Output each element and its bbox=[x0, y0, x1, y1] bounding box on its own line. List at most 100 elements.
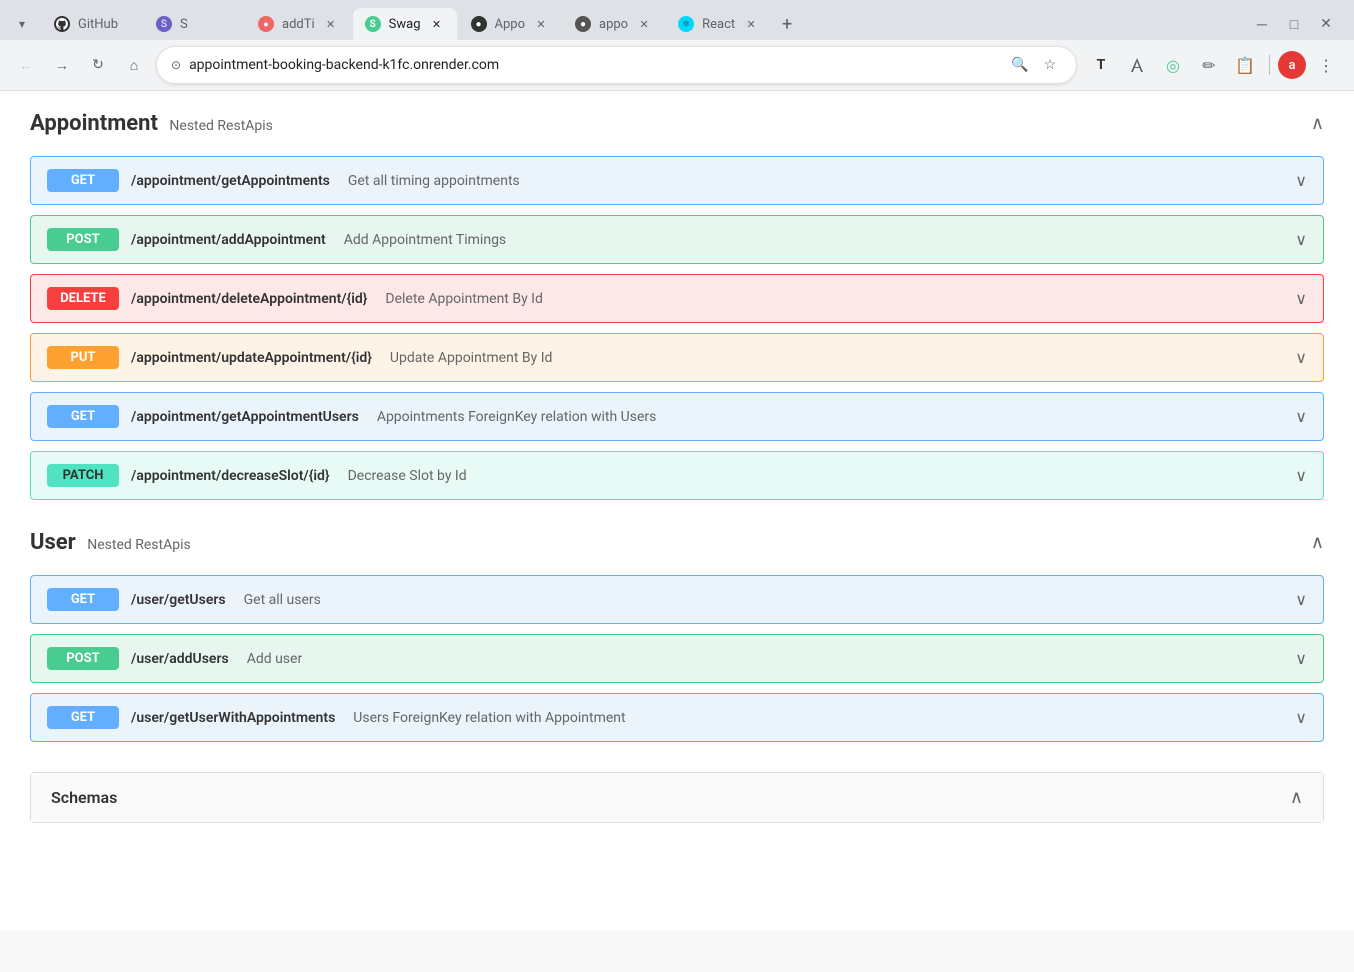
github-icon bbox=[54, 16, 70, 32]
yandex-icon[interactable] bbox=[1121, 49, 1153, 81]
tab-appo2-close[interactable]: ✕ bbox=[636, 16, 652, 32]
toolbar-icons: T ◎ ✏ 📋 a ⋮ bbox=[1085, 49, 1342, 81]
endpoint-chevron-icon[interactable]: ∨ bbox=[1295, 708, 1307, 727]
tab-appo2-label: appo bbox=[599, 17, 628, 32]
endpoint-chevron-icon[interactable]: ∨ bbox=[1295, 466, 1307, 485]
toolbar-divider bbox=[1269, 55, 1270, 75]
endpoint-row[interactable]: DELETE /appointment/deleteAppointment/{i… bbox=[30, 274, 1324, 323]
endpoint-path: /user/getUserWithAppointments bbox=[131, 710, 335, 726]
tab-bar: ▾ GitHub S S ● addTi ✕ S Swag ✕ ● Ap bbox=[0, 0, 1354, 40]
schemas-header[interactable]: Schemas ∧ bbox=[31, 773, 1323, 822]
user-subtitle: Nested RestApis bbox=[87, 537, 191, 553]
address-icons: 🔍 ☆ bbox=[1008, 53, 1062, 77]
main-content: Appointment Nested RestApis ∧ GET /appoi… bbox=[0, 91, 1354, 931]
translate-icon[interactable]: T bbox=[1085, 49, 1117, 81]
endpoint-left: PATCH /appointment/decreaseSlot/{id} Dec… bbox=[47, 464, 1295, 487]
chrome-menu-icon[interactable]: ⋮ bbox=[1310, 49, 1342, 81]
endpoint-desc: Add Appointment Timings bbox=[344, 232, 506, 248]
endpoint-row[interactable]: PATCH /appointment/decreaseSlot/{id} Dec… bbox=[30, 451, 1324, 500]
endpoint-path: /user/getUsers bbox=[131, 592, 226, 608]
tab-github-label: GitHub bbox=[78, 17, 130, 32]
tab-swagger[interactable]: S Swag ✕ bbox=[353, 8, 457, 40]
tab-addti[interactable]: ● addTi ✕ bbox=[246, 8, 351, 40]
endpoint-row[interactable]: GET /user/getUserWithAppointments Users … bbox=[30, 693, 1324, 742]
schemas-title: Schemas bbox=[51, 788, 117, 807]
addti-icon: ● bbox=[258, 16, 274, 32]
endpoint-chevron-icon[interactable]: ∨ bbox=[1295, 649, 1307, 668]
react-icon: ⚛ bbox=[678, 16, 694, 32]
address-bar[interactable]: ⊙ appointment-booking-backend-k1fc.onren… bbox=[156, 46, 1077, 84]
endpoint-desc: Update Appointment By Id bbox=[390, 350, 553, 366]
appointment-section-toggle[interactable]: ∧ bbox=[1311, 113, 1324, 134]
schemas-section: Schemas ∧ bbox=[30, 772, 1324, 823]
tab-appo2[interactable]: ● appo ✕ bbox=[563, 8, 664, 40]
method-badge-get: GET bbox=[47, 588, 119, 611]
endpoint-chevron-icon[interactable]: ∨ bbox=[1295, 230, 1307, 249]
endpoint-left: DELETE /appointment/deleteAppointment/{i… bbox=[47, 287, 1295, 310]
address-bar-row: ← → ↻ ⌂ ⊙ appointment-booking-backend-k1… bbox=[0, 40, 1354, 90]
bookmark-icon[interactable]: ☆ bbox=[1038, 53, 1062, 77]
endpoint-chevron-icon[interactable]: ∨ bbox=[1295, 590, 1307, 609]
profile-avatar[interactable]: a bbox=[1278, 51, 1306, 79]
endpoint-desc: Decrease Slot by Id bbox=[348, 468, 467, 484]
clipboard-icon[interactable]: 📋 bbox=[1229, 49, 1261, 81]
endpoint-left: GET /user/getUserWithAppointments Users … bbox=[47, 706, 1295, 729]
reload-button[interactable]: ↻ bbox=[84, 51, 112, 79]
endpoint-row[interactable]: GET /user/getUsers Get all users ∨ bbox=[30, 575, 1324, 624]
security-icon: ⊙ bbox=[171, 58, 181, 72]
close-button[interactable]: ✕ bbox=[1314, 12, 1338, 36]
endpoint-row[interactable]: POST /appointment/addAppointment Add App… bbox=[30, 215, 1324, 264]
endpoint-desc: Add user bbox=[247, 651, 303, 667]
tab-dropdown-button[interactable]: ▾ bbox=[8, 10, 36, 38]
endpoint-row[interactable]: GET /appointment/getAppointmentUsers App… bbox=[30, 392, 1324, 441]
tab-swagger-close[interactable]: ✕ bbox=[429, 16, 445, 32]
endpoint-row[interactable]: POST /user/addUsers Add user ∨ bbox=[30, 634, 1324, 683]
endpoint-path: /appointment/deleteAppointment/{id} bbox=[131, 291, 367, 307]
endpoint-row[interactable]: GET /appointment/getAppointments Get all… bbox=[30, 156, 1324, 205]
endpoint-left: PUT /appointment/updateAppointment/{id} … bbox=[47, 346, 1295, 369]
appointment-title-group: Appointment Nested RestApis bbox=[30, 111, 273, 136]
endpoint-chevron-icon[interactable]: ∨ bbox=[1295, 407, 1307, 426]
endpoint-chevron-icon[interactable]: ∨ bbox=[1295, 171, 1307, 190]
url-text: appointment-booking-backend-k1fc.onrende… bbox=[189, 57, 1000, 73]
method-badge-get: GET bbox=[47, 706, 119, 729]
endpoint-path: /appointment/addAppointment bbox=[131, 232, 326, 248]
tab-react[interactable]: ⚛ React ✕ bbox=[666, 8, 771, 40]
endpoint-path: /appointment/decreaseSlot/{id} bbox=[131, 468, 330, 484]
tab-react-close[interactable]: ✕ bbox=[743, 16, 759, 32]
tab-github[interactable]: GitHub bbox=[42, 8, 142, 40]
endpoint-desc: Users ForeignKey relation with Appointme… bbox=[353, 710, 625, 726]
schemas-toggle[interactable]: ∧ bbox=[1290, 787, 1303, 808]
maximize-button[interactable]: □ bbox=[1282, 12, 1306, 36]
extension-circle-icon[interactable]: ◎ bbox=[1157, 49, 1189, 81]
user-section-toggle[interactable]: ∧ bbox=[1311, 532, 1324, 553]
user-endpoint-list: GET /user/getUsers Get all users ∨ POST … bbox=[30, 575, 1324, 742]
tab-addti-close[interactable]: ✕ bbox=[323, 16, 339, 32]
tab-react-label: React bbox=[702, 17, 735, 32]
method-badge-get: GET bbox=[47, 405, 119, 428]
home-button[interactable]: ⌂ bbox=[120, 51, 148, 79]
appo2-icon: ● bbox=[575, 16, 591, 32]
method-badge-post: POST bbox=[47, 228, 119, 251]
minimize-button[interactable]: ─ bbox=[1250, 12, 1274, 36]
tab-appo[interactable]: ● Appo ✕ bbox=[459, 8, 562, 40]
back-button[interactable]: ← bbox=[12, 51, 40, 79]
endpoint-path: /user/addUsers bbox=[131, 651, 229, 667]
appo-icon: ● bbox=[471, 16, 487, 32]
endpoint-path: /appointment/updateAppointment/{id} bbox=[131, 350, 372, 366]
tab-s[interactable]: S S bbox=[144, 8, 244, 40]
endpoint-chevron-icon[interactable]: ∨ bbox=[1295, 289, 1307, 308]
endpoint-row[interactable]: PUT /appointment/updateAppointment/{id} … bbox=[30, 333, 1324, 382]
pen-icon[interactable]: ✏ bbox=[1193, 49, 1225, 81]
tab-appo-close[interactable]: ✕ bbox=[533, 16, 549, 32]
endpoint-left: GET /user/getUsers Get all users bbox=[47, 588, 1295, 611]
method-badge-patch: PATCH bbox=[47, 464, 119, 487]
browser-chrome: ▾ GitHub S S ● addTi ✕ S Swag ✕ ● Ap bbox=[0, 0, 1354, 91]
search-icon[interactable]: 🔍 bbox=[1008, 53, 1032, 77]
window-controls: ─ □ ✕ bbox=[1250, 12, 1346, 36]
forward-button[interactable]: → bbox=[48, 51, 76, 79]
endpoint-chevron-icon[interactable]: ∨ bbox=[1295, 348, 1307, 367]
new-tab-button[interactable]: + bbox=[773, 10, 801, 38]
endpoint-left: GET /appointment/getAppointmentUsers App… bbox=[47, 405, 1295, 428]
endpoint-left: POST /user/addUsers Add user bbox=[47, 647, 1295, 670]
